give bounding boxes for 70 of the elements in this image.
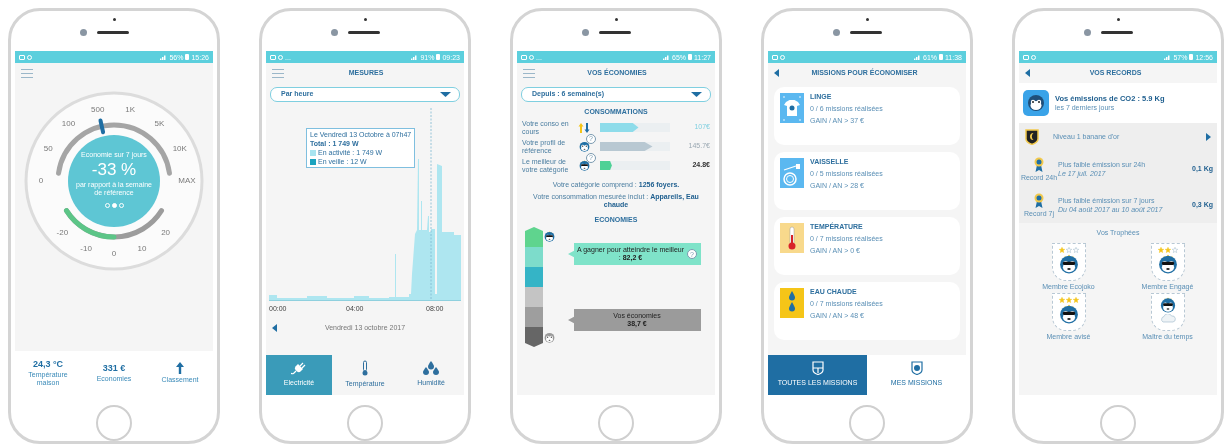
speaker-grille [598, 31, 631, 34]
monkey-sunglasses-icon [1058, 253, 1079, 274]
menu-icon[interactable] [21, 68, 33, 78]
scale-label: 20 [161, 227, 171, 237]
water-drops-icon [422, 361, 440, 376]
battery-icon [939, 54, 943, 60]
next-icon[interactable] [1206, 133, 1211, 141]
signal-icon [663, 54, 670, 60]
battery-icon [185, 54, 190, 60]
plug-icon [291, 361, 307, 376]
battery-icon [1189, 54, 1194, 60]
scale-label: 1K [125, 104, 136, 114]
signal-icon [1164, 54, 1172, 60]
menu-icon[interactable] [523, 68, 535, 78]
scale-label: 50 [43, 144, 53, 154]
scale-label: -20 [56, 227, 69, 237]
speaker-grille [347, 31, 380, 34]
battery-icon [688, 54, 692, 60]
previous-day-icon[interactable] [272, 324, 277, 332]
monkey-icon [544, 332, 555, 343]
back-icon[interactable] [1025, 69, 1030, 77]
scale-label: 100 [61, 119, 76, 129]
scale-label: MAX [178, 176, 196, 186]
crest-icon [1025, 129, 1039, 145]
stat-value: 24,3 °C [32, 359, 64, 369]
scale-label: 0 [111, 249, 117, 259]
camera-lens [581, 29, 589, 36]
home-button[interactable] [96, 405, 132, 441]
monkey-icon [1023, 90, 1049, 116]
caret-icon [691, 92, 702, 97]
battery-icon [436, 54, 441, 60]
speaker-grille [1100, 31, 1133, 34]
camera-lens [1083, 29, 1091, 36]
stat-value: 331 € [102, 363, 126, 373]
monkey-sunglasses-icon [578, 160, 590, 171]
camera-lens [832, 29, 840, 36]
signal-icon [160, 54, 168, 60]
menu-icon[interactable] [272, 68, 284, 78]
back-icon[interactable] [774, 69, 779, 77]
up-arrow-icon[interactable] [176, 362, 184, 374]
home-button[interactable] [849, 405, 885, 441]
signal-icon [914, 54, 921, 60]
monkey-sunglasses-icon [1159, 296, 1176, 313]
ribbon-icon [1034, 157, 1044, 173]
camera-lens [330, 29, 338, 36]
monkey-sunglasses-icon [1058, 303, 1079, 324]
gauge-value: -33 % [91, 161, 137, 178]
home-button[interactable] [1100, 405, 1136, 441]
camera-lens [79, 29, 87, 36]
shield-icon [811, 361, 824, 376]
scale-label: 10 [137, 243, 147, 253]
caret-icon [440, 92, 451, 97]
scale-label: 5K [154, 119, 165, 129]
up-down-arrows-icon [578, 121, 590, 134]
scale-label: 0 [38, 176, 44, 186]
monkey-sunglasses-icon [1157, 253, 1178, 274]
home-button[interactable] [598, 405, 634, 441]
signal-icon [411, 54, 419, 60]
monkey-icon [578, 141, 590, 152]
speaker-grille [96, 31, 129, 34]
cloud-icon [1159, 313, 1176, 323]
scale-label: 10K [172, 144, 187, 154]
scale-label: -10 [80, 243, 92, 253]
monkey-sunglasses-icon [544, 231, 555, 242]
shield-icon [910, 361, 923, 376]
home-button[interactable] [347, 405, 383, 441]
thermometer-icon [361, 360, 369, 377]
speaker-grille [849, 31, 882, 34]
scale-label: 500 [91, 104, 105, 114]
ribbon-icon [1034, 193, 1044, 209]
